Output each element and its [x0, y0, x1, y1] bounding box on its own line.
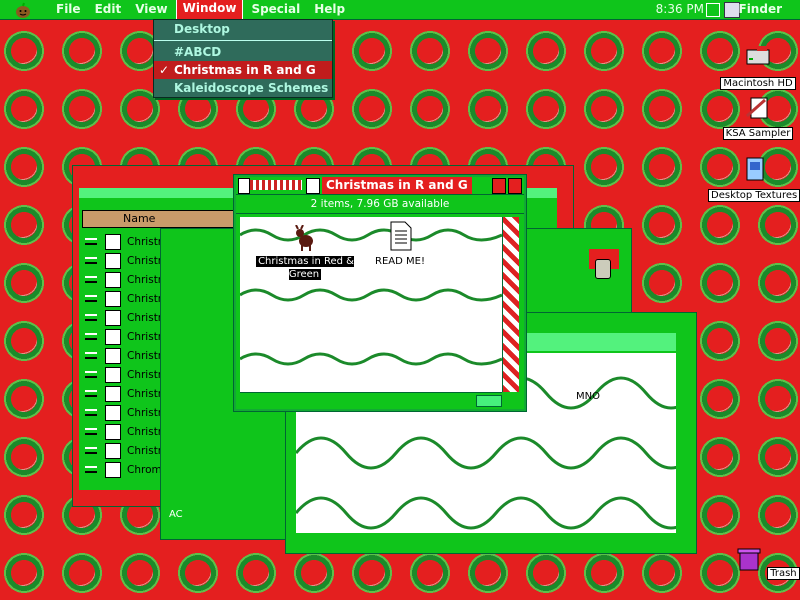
- menu-help[interactable]: Help: [308, 0, 351, 19]
- menu-separator: [154, 40, 332, 41]
- desktop-icon-ksa-sampler[interactable]: KSA Sampler: [716, 94, 800, 140]
- desktop-icon-label: Macintosh HD: [720, 77, 796, 90]
- folder-proxy-icon[interactable]: [306, 178, 320, 194]
- window-menu-dropdown: Desktop #ABCD ✓ Christmas in R and G Kal…: [153, 19, 333, 98]
- file-icon: [105, 347, 121, 364]
- file-icon: [105, 233, 121, 250]
- alias-line-icon: [85, 276, 97, 283]
- alias-line-icon: [85, 295, 97, 302]
- file-item-label: Christmas in Red & Green: [256, 256, 354, 280]
- menu-bar: File Edit View Window Special Help 8:36 …: [0, 0, 800, 20]
- background-window-label: AC: [169, 509, 183, 520]
- menu-view[interactable]: View: [129, 0, 173, 19]
- file-icon: [105, 442, 121, 459]
- window-menu-item-abcd[interactable]: #ABCD: [154, 43, 332, 61]
- resize-box-icon[interactable]: [476, 395, 502, 407]
- alias-line-icon: [85, 466, 97, 473]
- document-icon: [746, 97, 768, 119]
- alias-line-icon: [85, 447, 97, 454]
- window-menu-item-kaleidoscope[interactable]: Kaleidoscope Schemes: [154, 79, 332, 97]
- file-icon: [105, 271, 121, 288]
- file-icon: [105, 309, 121, 326]
- alias-line-icon: [85, 390, 97, 397]
- window-title: Christmas in R and G: [322, 177, 472, 194]
- window-menu-item-desktop[interactable]: Desktop: [154, 20, 332, 38]
- desktop-icon-label: KSA Sampler: [722, 127, 794, 140]
- apple-menu-icon[interactable]: [14, 2, 32, 18]
- file-item-label: READ ME!: [375, 256, 425, 267]
- column-header-label: Name: [123, 212, 156, 225]
- desktop-icon-label: Desktop Textures: [708, 189, 800, 202]
- christmas-folder-window[interactable]: Christmas in R and G 2 items, 7.96 GB av…: [233, 174, 527, 412]
- menu-edit[interactable]: Edit: [89, 0, 128, 19]
- alias-line-icon: [85, 371, 97, 378]
- partial-label: MNO: [576, 391, 600, 402]
- title-bar-stripes: [250, 180, 302, 190]
- garland-decoration: [240, 288, 502, 302]
- file-icon: [105, 290, 121, 307]
- file-icon: [105, 461, 121, 478]
- alias-line-icon: [85, 257, 97, 264]
- folder-content: Christmas in Red & Green READ ME!: [240, 217, 502, 392]
- hard-disk-icon: [746, 46, 770, 65]
- alias-line-icon: [85, 428, 97, 435]
- file-icon: [105, 366, 121, 383]
- alias-line-icon: [85, 352, 97, 359]
- collapse-box-icon[interactable]: [508, 178, 522, 194]
- text-document-icon: [390, 221, 412, 251]
- menu-special[interactable]: Special: [245, 0, 306, 19]
- vertical-scrollbar[interactable]: [502, 217, 519, 392]
- menu-clock[interactable]: 8:36 PM: [656, 0, 704, 19]
- menu-item-label: Christmas in R and G: [174, 63, 316, 77]
- balloon-help-icon[interactable]: [706, 3, 720, 17]
- file-item-christmas-red-green[interactable]: Christmas in Red & Green: [240, 224, 370, 280]
- desktop-icon-macintosh-hd[interactable]: Macintosh HD: [716, 44, 800, 90]
- reindeer-icon: [295, 224, 313, 251]
- application-menu[interactable]: Finder: [739, 0, 783, 19]
- desktop-icon-desktop-textures[interactable]: Desktop Textures: [708, 156, 800, 202]
- title-bar[interactable]: Christmas in R and G: [236, 177, 524, 195]
- garland-decoration: [240, 352, 502, 366]
- background-window-icon: [595, 259, 611, 279]
- menu-item-label: #ABCD: [174, 45, 222, 59]
- menu-window[interactable]: Window: [175, 0, 244, 20]
- zoom-box-icon[interactable]: [492, 178, 506, 194]
- file-icon: [105, 328, 121, 345]
- trash-icon: [737, 548, 761, 571]
- menu-file[interactable]: File: [50, 0, 87, 19]
- file-icon: [105, 423, 121, 440]
- desktop-icon-label: Trash: [767, 567, 800, 580]
- alias-line-icon: [85, 238, 97, 245]
- file-icon: [105, 252, 121, 269]
- window-menu-item-christmas[interactable]: ✓ Christmas in R and G: [154, 61, 332, 79]
- horizontal-scrollbar[interactable]: [240, 392, 502, 407]
- file-icon: [105, 385, 121, 402]
- desktop-icon-trash[interactable]: Trash: [734, 546, 800, 580]
- folder-icon: [746, 157, 764, 181]
- checkmark-icon: ✓: [159, 63, 170, 77]
- file-item-read-me[interactable]: READ ME!: [370, 221, 430, 267]
- alias-line-icon: [85, 409, 97, 416]
- menu-item-label: Desktop: [174, 22, 230, 36]
- menu-item-label: Kaleidoscope Schemes: [174, 81, 329, 95]
- close-box-icon[interactable]: [238, 178, 250, 194]
- window-info-bar: 2 items, 7.96 GB available: [236, 195, 524, 214]
- alias-line-icon: [85, 333, 97, 340]
- file-icon: [105, 404, 121, 421]
- alias-line-icon: [85, 314, 97, 321]
